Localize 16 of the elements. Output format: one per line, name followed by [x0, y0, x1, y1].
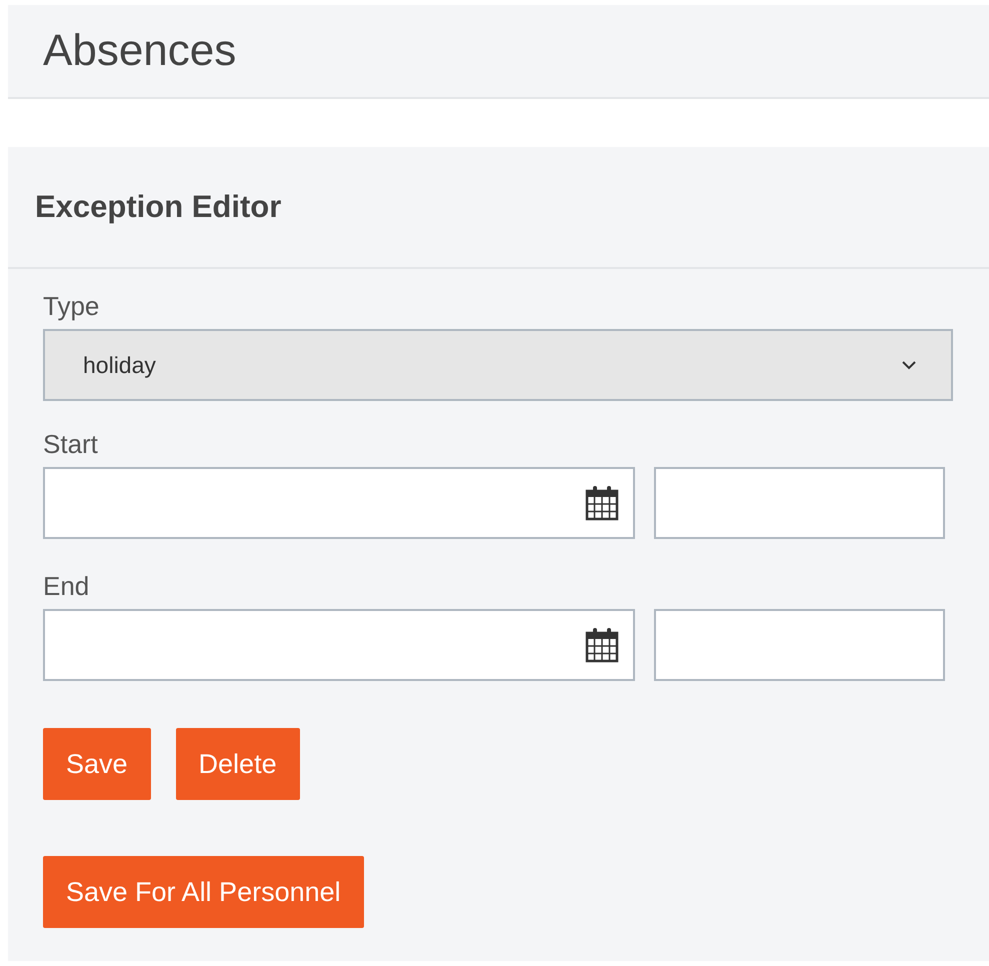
time-field[interactable]	[654, 467, 945, 539]
panel-title: Exception Editor	[35, 189, 282, 225]
chevron-down-icon	[901, 360, 917, 370]
action-button[interactable]: Save	[43, 728, 151, 800]
field-label: Type	[43, 291, 100, 321]
calendar-icon[interactable]	[585, 627, 619, 663]
time-field[interactable]	[654, 609, 945, 681]
date-field[interactable]	[43, 467, 635, 539]
date-field[interactable]	[43, 609, 635, 681]
action-button[interactable]: Save For All Personnel	[43, 856, 364, 928]
field-label: End	[43, 571, 90, 601]
calendar-icon[interactable]	[585, 485, 619, 521]
field-label: Start	[43, 429, 98, 459]
action-button[interactable]: Delete	[176, 728, 300, 800]
type-dropdown[interactable]: holiday	[43, 329, 953, 401]
page-title: Absences	[43, 26, 236, 76]
